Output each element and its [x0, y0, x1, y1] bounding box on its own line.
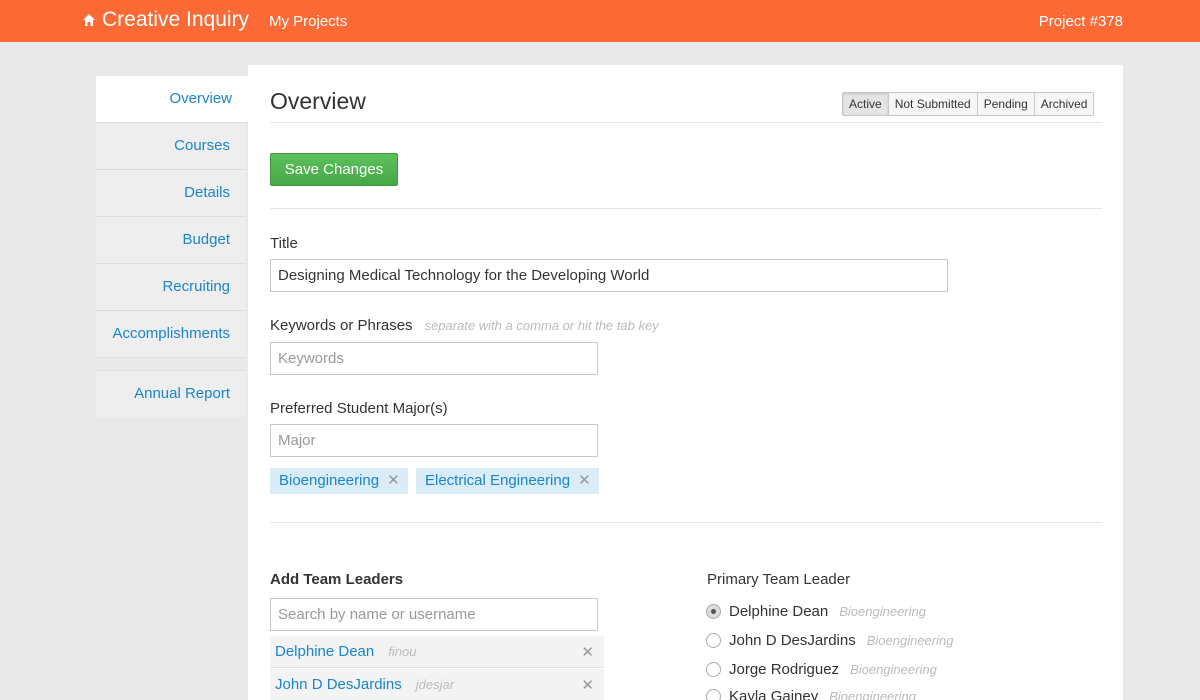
filter-pending-button[interactable]: Pending [976, 93, 1034, 115]
option-name: John D DesJardins [729, 632, 856, 649]
home-icon [83, 14, 95, 26]
remove-tag-icon[interactable]: ✕ [578, 468, 591, 494]
primary-leader-option[interactable]: John D DesJardins Bioengineering [706, 632, 953, 649]
brand-link[interactable]: Creative Inquiry [82, 8, 249, 32]
filter-archived-button[interactable]: Archived [1033, 93, 1094, 115]
option-dept: Bioengineering [850, 662, 937, 677]
leader-name-link[interactable]: Delphine Dean [275, 643, 374, 660]
team-leader-search-input[interactable]: Search by name or username [270, 598, 598, 631]
radio-button[interactable] [706, 604, 721, 619]
major-label: Preferred Student Major(s) [270, 400, 448, 417]
divider [270, 208, 1102, 209]
sidebar-item-courses[interactable]: Courses [96, 123, 246, 170]
filter-not-submitted-button[interactable]: Not Submitted [887, 93, 977, 115]
primary-leader-option[interactable]: Delphine Dean Bioengineering [706, 603, 926, 620]
leader-username: jdesjar [415, 677, 455, 692]
page-title: Overview [270, 88, 366, 114]
sidebar-item-annual-report[interactable]: Annual Report [96, 370, 246, 417]
option-name: Jorge Rodriguez [729, 661, 840, 678]
remove-tag-icon[interactable]: ✕ [387, 468, 400, 494]
option-dept: Bioengineering [829, 689, 916, 700]
filter-active-button[interactable]: Active [843, 93, 888, 115]
option-dept: Bioengineering [839, 604, 926, 619]
major-tag-label: Electrical Engineering [425, 472, 571, 489]
top-nav-bar: Creative Inquiry My Projects Project #37… [0, 0, 1200, 42]
primary-leader-option[interactable]: Jorge Rodriguez Bioengineering [706, 661, 937, 678]
radio-button[interactable] [706, 689, 721, 700]
major-input[interactable]: Major [270, 424, 598, 457]
team-leader-row: Delphine Dean finou ✕ [270, 636, 604, 668]
major-tag-label: Bioengineering [279, 472, 380, 489]
radio-button[interactable] [706, 662, 721, 677]
team-leader-row: John D DesJardins jdesjar ✕ [270, 669, 604, 700]
leader-username: finou [388, 644, 417, 659]
sidebar-item-details[interactable]: Details [96, 170, 246, 217]
option-name: Delphine Dean [729, 603, 829, 620]
sidebar: Overview Courses Details Budget Recruiti… [96, 76, 248, 417]
sidebar-item-recruiting[interactable]: Recruiting [96, 264, 246, 311]
sidebar-item-budget[interactable]: Budget [96, 217, 246, 264]
my-projects-link[interactable]: My Projects [269, 13, 347, 30]
keywords-label: Keywords or Phrases separate with a comma… [270, 317, 659, 334]
remove-leader-icon[interactable]: ✕ [581, 676, 594, 694]
remove-leader-icon[interactable]: ✕ [581, 643, 594, 661]
divider [270, 522, 1102, 523]
leader-name-link[interactable]: John D DesJardins [275, 676, 402, 693]
option-name: Kayla Gainey [729, 688, 819, 700]
keywords-hint: separate with a comma or hit the tab key [424, 318, 659, 333]
status-filter-group: Active Not Submitted Pending Archived [842, 92, 1095, 116]
divider [270, 122, 1102, 123]
sidebar-item-overview[interactable]: Overview [96, 76, 248, 123]
keywords-label-text: Keywords or Phrases [270, 317, 413, 334]
add-team-leaders-label: Add Team Leaders [270, 571, 404, 588]
primary-leader-option[interactable]: Kayla Gainey Bioengineering [706, 688, 916, 700]
brand-label: Creative Inquiry [102, 8, 250, 31]
option-dept: Bioengineering [866, 633, 954, 648]
sidebar-item-accomplishments[interactable]: Accomplishments [96, 311, 246, 358]
primary-team-leader-label: Primary Team Leader [707, 571, 851, 588]
title-label: Title [270, 235, 298, 252]
project-number: Project #378 [1038, 13, 1123, 30]
radio-button[interactable] [706, 633, 721, 648]
major-tag-bioengineering: Bioengineering ✕ [270, 468, 408, 494]
title-field[interactable]: Designing Medical Technology for the Dev… [270, 259, 948, 292]
save-changes-button[interactable]: Save Changes [270, 153, 398, 186]
major-tag-electrical-engineering: Electrical Engineering ✕ [416, 468, 599, 494]
keywords-input[interactable]: Keywords [270, 342, 598, 375]
